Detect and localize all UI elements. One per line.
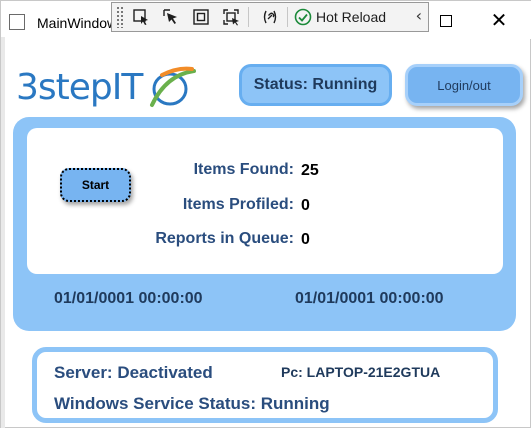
reports-in-queue-label: Reports in Queue:	[155, 230, 294, 247]
start-timestamp: 01/01/0001 00:00:00	[54, 290, 203, 307]
items-profiled-label: Items Profiled:	[182, 196, 294, 213]
logo-text: 3stepIT	[16, 67, 143, 108]
reports-in-queue-value: 0	[301, 231, 310, 248]
left-edge-strip	[1, 37, 5, 428]
hot-reload-label: Hot Reload	[316, 9, 387, 25]
stats-card: Start Items Found: 25 Items Profiled: 0 …	[27, 128, 503, 274]
window-title: MainWindow	[37, 15, 118, 31]
toolbar-grip-icon[interactable]	[116, 6, 124, 28]
track-focus-icon[interactable]	[218, 6, 244, 28]
service-info-panel: Server: Deactivated Pc: LAPTOP-21E2GTUA …	[32, 347, 498, 423]
app-window-icon	[9, 14, 25, 30]
pc-name: Pc: LAPTOP-21E2GTUA	[281, 364, 441, 380]
login-logout-button[interactable]: Login/out	[405, 64, 523, 106]
debug-toolbar: Hot Reload ‹	[111, 2, 429, 32]
maximize-icon[interactable]	[440, 15, 452, 27]
pointer-icon[interactable]	[158, 6, 184, 28]
main-window: MainWindow ✕ Hot Reload ‹ 3stepIT Status…	[0, 0, 531, 428]
items-profiled-value: 0	[301, 197, 310, 214]
main-panel: Start Items Found: 25 Items Profiled: 0 …	[13, 117, 516, 331]
toolbar-separator	[248, 7, 249, 27]
server-status: Server: Deactivated	[54, 363, 213, 382]
start-button[interactable]: Start	[60, 168, 131, 202]
close-icon[interactable]: ✕	[488, 10, 510, 30]
windows-service-status: Windows Service Status: Running	[54, 394, 330, 413]
logo-swoosh-icon	[150, 66, 196, 107]
toolbar-separator	[287, 7, 288, 27]
login-logout-label: Login/out	[437, 77, 491, 93]
status-badge: Status: Running	[239, 64, 392, 106]
layout-adorner-icon[interactable]	[188, 6, 214, 28]
hot-reload-check-icon	[294, 8, 312, 26]
collapse-chevron-icon[interactable]: ‹	[416, 6, 422, 25]
end-timestamp: 01/01/0001 00:00:00	[295, 290, 444, 307]
items-found-label: Items Found:	[193, 161, 294, 178]
select-element-icon[interactable]	[128, 6, 154, 28]
company-logo: 3stepIT	[16, 65, 196, 111]
start-label: Start	[81, 178, 110, 192]
hot-reload-button[interactable]: Hot Reload	[294, 6, 386, 28]
items-found-value: 25	[301, 162, 319, 179]
binding-failures-icon[interactable]	[257, 6, 283, 28]
status-text: Status: Running	[253, 76, 378, 93]
